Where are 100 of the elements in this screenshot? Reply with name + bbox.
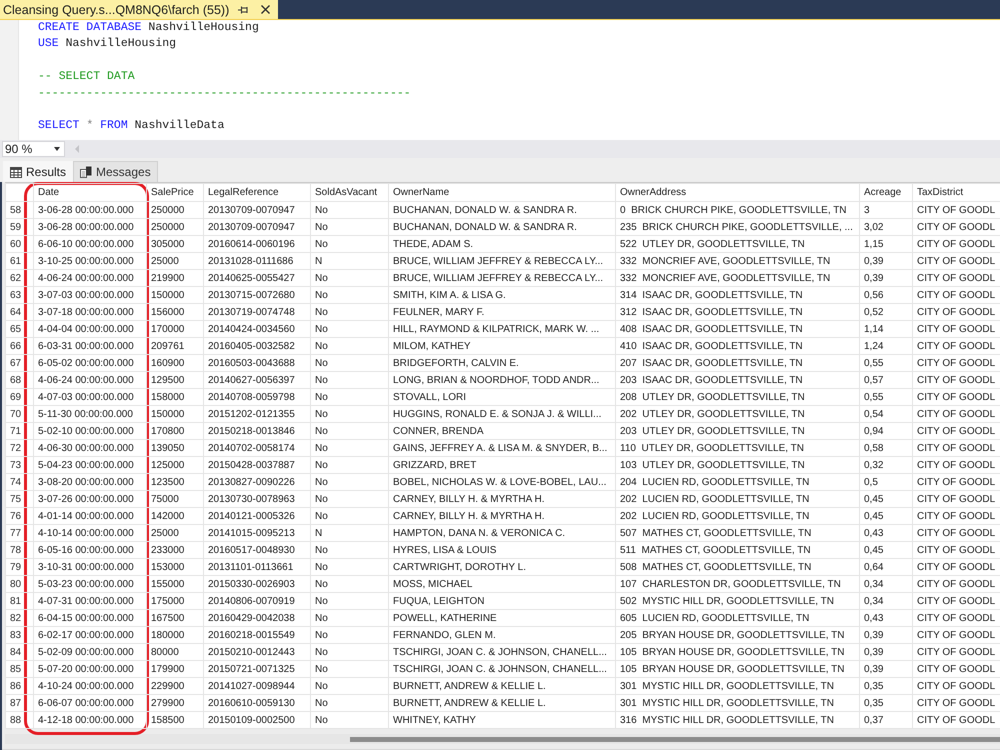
row-number[interactable]: 60 (6, 236, 34, 252)
table-cell: 0,56 (860, 286, 912, 304)
scrollbar-thumb[interactable] (350, 736, 1000, 742)
column-header[interactable]: SoldAsVacant (310, 184, 388, 202)
table-cell: 20150330-0026903 (204, 576, 310, 592)
column-header[interactable]: Acreage (860, 184, 912, 202)
row-number[interactable]: 79 (6, 558, 34, 576)
table-cell: BRUCE, WILLIAM JEFFREY & REBECCA LY... (388, 252, 616, 270)
row-number[interactable]: 69 (6, 388, 34, 406)
row-number[interactable]: 62 (6, 270, 34, 286)
table-cell: No (310, 508, 388, 524)
table-cell: No (310, 610, 388, 626)
table-cell: 0,39 (860, 252, 912, 270)
row-number[interactable]: 74 (6, 474, 34, 490)
row-number[interactable]: 85 (6, 660, 34, 678)
table-cell: 5-03-23 00:00:00.000 (34, 576, 146, 592)
row-number[interactable]: 81 (6, 592, 34, 610)
table-cell: 139050 (146, 440, 204, 456)
table-cell: 522 UTLEY DR, GOODLETTSVILLE, TN (616, 236, 860, 252)
table-cell: No (310, 712, 388, 728)
table-cell: 3-07-03 00:00:00.000 (34, 286, 146, 304)
row-number[interactable]: 67 (6, 354, 34, 372)
pin-icon[interactable] (238, 6, 249, 14)
table-cell: 6-06-07 00:00:00.000 (34, 694, 146, 712)
table-cell: FEULNER, MARY F. (388, 304, 616, 320)
row-number[interactable]: 73 (6, 456, 34, 474)
table-cell: 301 MYSTIC HILL DR, GOODLETTSVILLE, TN (616, 678, 860, 694)
table-cell: 4-10-24 00:00:00.000 (34, 678, 146, 694)
row-number[interactable]: 77 (6, 524, 34, 542)
grid-corner[interactable] (6, 184, 34, 202)
table-cell: TSCHIRGI, JOAN C. & JOHNSON, CHANELL... (388, 660, 616, 678)
zoom-dropdown[interactable]: 90 % (2, 141, 65, 157)
table-cell: 305000 (146, 236, 204, 252)
row-number[interactable]: 64 (6, 304, 34, 320)
column-header[interactable]: OwnerAddress (616, 184, 860, 202)
table-cell: 167500 (146, 610, 204, 626)
table-cell: 20160218-0015549 (204, 626, 310, 644)
table-cell: LONG, BRIAN & NOORDHOF, TODD ANDR... (388, 372, 616, 388)
table-cell: 0,34 (860, 576, 912, 592)
table-cell: WHITNEY, KATHY (388, 712, 616, 728)
row-number[interactable]: 83 (6, 626, 34, 644)
table-cell: 156000 (146, 304, 204, 320)
row-number[interactable]: 59 (6, 218, 34, 236)
table-cell: 3-10-31 00:00:00.000 (34, 558, 146, 576)
table-cell: 219900 (146, 270, 204, 286)
column-header[interactable]: Date (34, 184, 146, 202)
column-header[interactable]: LegalReference (204, 184, 310, 202)
table-cell: 20130709-0070947 (204, 218, 310, 236)
code-editor[interactable]: CREATE DATABASE NashvilleHousing USE NashvilleHousing -- SELECT DATA ------------------------------------------------------ SELECT * FROM NashvilleData (0, 20, 1000, 140)
document-tab[interactable]: Cleansing Query.s...QM8NQ6\farch (55)) (0, 0, 278, 19)
table-cell: No (310, 388, 388, 406)
row-number[interactable]: 76 (6, 508, 34, 524)
table-cell: 105 BRYAN HOUSE DR, GOODLETTSVILLE, TN (616, 660, 860, 678)
table-cell: CONNER, BRENDA (388, 422, 616, 440)
row-number[interactable]: 61 (6, 252, 34, 270)
results-tab[interactable]: Messages (73, 161, 158, 182)
row-number[interactable]: 88 (6, 712, 34, 728)
table-cell: No (310, 338, 388, 354)
row-number[interactable]: 65 (6, 320, 34, 338)
close-icon[interactable] (261, 5, 270, 14)
table-cell: 5-02-09 00:00:00.000 (34, 644, 146, 660)
row-number[interactable]: 68 (6, 372, 34, 388)
table-cell: 4-07-03 00:00:00.000 (34, 388, 146, 406)
table-cell: 20131028-0111686 (204, 252, 310, 270)
row-number[interactable]: 75 (6, 490, 34, 508)
table-cell: 125000 (146, 456, 204, 474)
table-cell: 0,43 (860, 524, 912, 542)
results-tab[interactable]: Results (3, 161, 74, 182)
row-number[interactable]: 72 (6, 440, 34, 456)
row-number[interactable]: 82 (6, 610, 34, 626)
table-cell: No (310, 558, 388, 576)
row-number[interactable]: 84 (6, 644, 34, 660)
horizontal-scrollbar[interactable] (5, 734, 1000, 744)
table-cell: 0,54 (860, 406, 912, 422)
table-cell: 0,55 (860, 354, 912, 372)
table-cell: 3 (860, 202, 912, 218)
column-header[interactable]: OwnerName (388, 184, 616, 202)
table-cell: FERNANDO, GLEN M. (388, 626, 616, 644)
table-cell: 20140806-0070919 (204, 592, 310, 610)
table-cell: 0 BRICK CHURCH PIKE, GOODLETTSVILLE, TN (616, 202, 860, 218)
table-cell: 0,57 (860, 372, 912, 388)
row-number[interactable]: 70 (6, 406, 34, 422)
table-cell: BURNETT, ANDREW & KELLIE L. (388, 694, 616, 712)
row-number[interactable]: 71 (6, 422, 34, 440)
table-cell: 314 ISAAC DR, GOODLETTSVILLE, TN (616, 286, 860, 304)
row-number[interactable]: 58 (6, 202, 34, 218)
table-cell: MOSS, MICHAEL (388, 576, 616, 592)
row-number[interactable]: 78 (6, 542, 34, 558)
row-number[interactable]: 66 (6, 338, 34, 354)
column-header[interactable]: SalePrice (146, 184, 204, 202)
row-number[interactable]: 63 (6, 286, 34, 304)
column-header[interactable]: TaxDistrict (912, 184, 1000, 202)
row-number[interactable]: 80 (6, 576, 34, 592)
table-cell: 1,14 (860, 320, 912, 338)
table-cell: No (310, 372, 388, 388)
table-cell: GRIZZARD, BRET (388, 456, 616, 474)
table-cell: GAINS, JEFFREY A. & LISA M. & SNYDER, B... (388, 440, 616, 456)
row-number[interactable]: 86 (6, 678, 34, 694)
row-number[interactable]: 87 (6, 694, 34, 712)
table-cell: 0,45 (860, 508, 912, 524)
